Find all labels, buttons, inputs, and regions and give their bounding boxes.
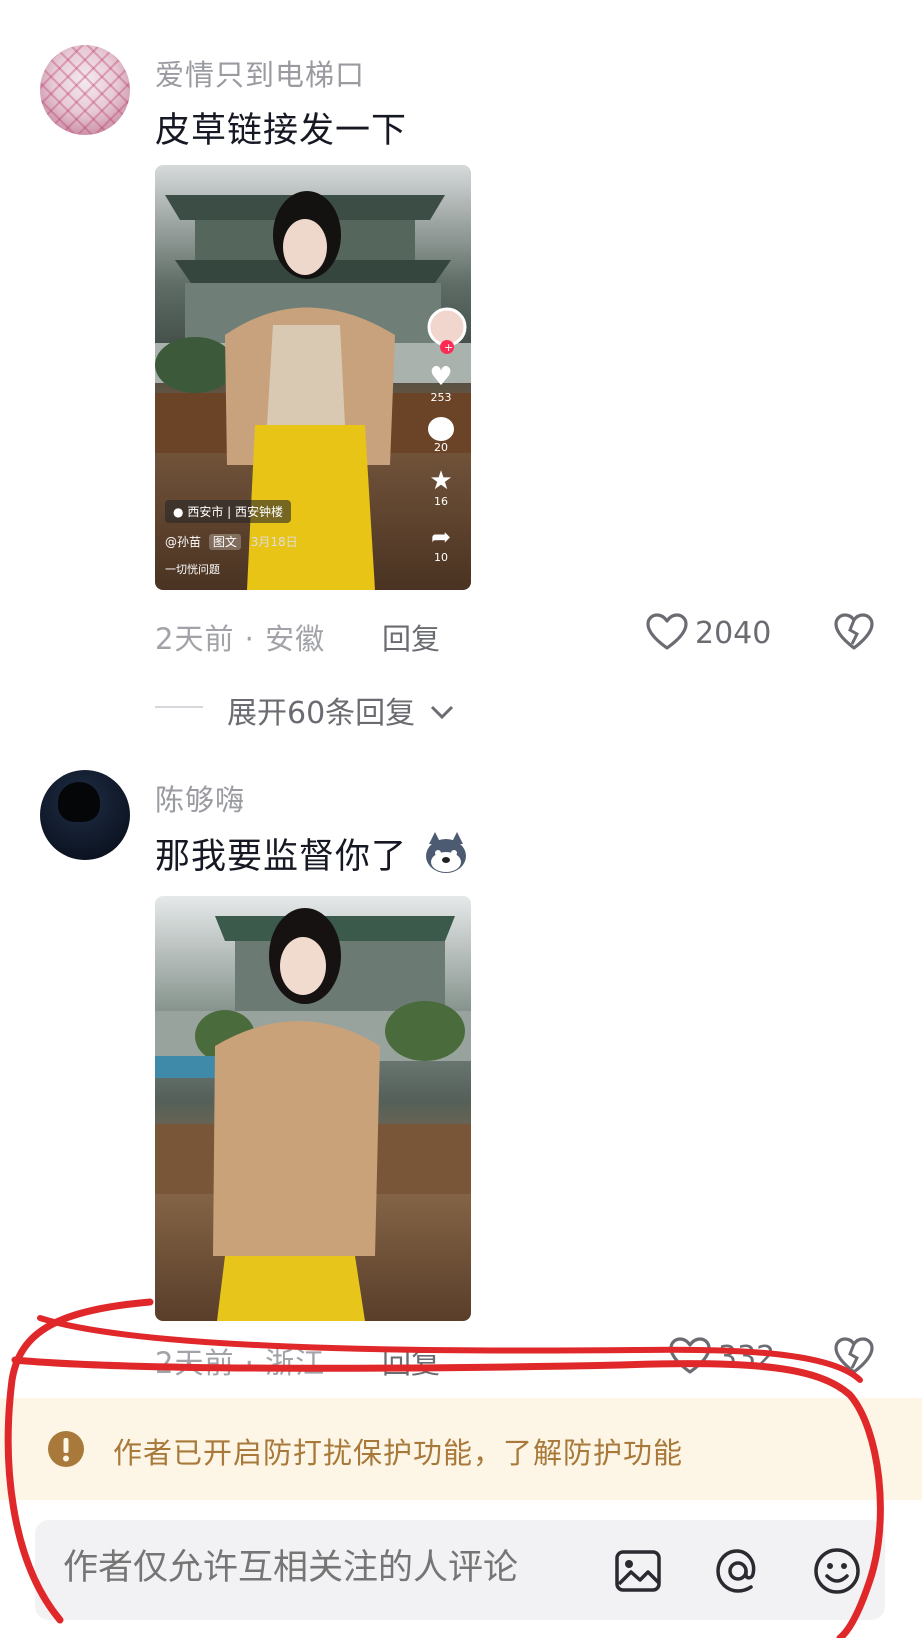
location-pin-icon: ● <box>173 505 184 519</box>
overlay-comment-count: 20 <box>434 441 448 454</box>
overlay-share: ➦ 10 <box>421 523 461 564</box>
overlay-share-icon: ➦ <box>430 523 452 551</box>
comment-username[interactable]: 陈够嗨 <box>155 777 245 819</box>
overlay-location: ● 西安市 | 西安钟楼 <box>165 500 291 523</box>
like-count: 332 <box>718 1340 776 1375</box>
overlay-heart-icon: ♥ <box>429 362 453 392</box>
svg-text:+: + <box>444 341 453 354</box>
comment-text: 那我要监督你了 <box>155 837 408 877</box>
comment-input-bar <box>35 1520 885 1620</box>
overlay-caption: 一切恍问题 <box>165 563 220 576</box>
overlay-favorite-count: 16 <box>434 495 448 508</box>
avatar[interactable] <box>40 45 130 135</box>
protection-notice[interactable]: 作者已开启防打扰保护功能，了解防护功能 <box>0 1398 922 1500</box>
comment-image[interactable]: + ♥ 253 20 ★ 16 ➦ 10 ● 西安市 | 西安钟楼 @孙苗 图文… <box>155 165 471 590</box>
overlay-date: 3月18日 <box>250 535 298 549</box>
comment-username[interactable]: 爱情只到电梯口 <box>155 52 365 94</box>
expand-replies-label: 展开60条回复 <box>227 688 455 732</box>
broken-heart-icon[interactable] <box>833 1336 875 1376</box>
overlay-share-count: 10 <box>434 551 448 564</box>
emoji-icon[interactable] <box>812 1546 862 1596</box>
overlay-comment-icon <box>428 417 454 441</box>
overlay-like-count: 253 <box>430 391 452 404</box>
notice-text: 作者已开启防打扰保护功能，了解防护功能 <box>113 1436 684 1470</box>
overlay-like: ♥ 253 <box>421 363 461 404</box>
overlay-comment: 20 <box>421 417 461 454</box>
overlay-star-icon: ★ <box>429 466 453 496</box>
like-count: 2040 <box>695 616 772 651</box>
comment-text-row: 那我要监督你了 <box>155 828 467 879</box>
reply-button[interactable]: 回复 <box>382 616 440 658</box>
comment-input[interactable] <box>63 1548 583 1588</box>
overlay-location-text: 西安市 | 西安钟楼 <box>187 505 283 519</box>
warning-icon <box>48 1431 84 1467</box>
overlay-tag: 图文 <box>208 534 241 550</box>
image-icon[interactable] <box>613 1546 663 1596</box>
heart-icon[interactable] <box>645 612 689 652</box>
chevron-down-icon <box>430 705 453 720</box>
overlay-author: @孙苗 <box>165 535 202 549</box>
husky-sticker-icon <box>423 832 467 873</box>
divider <box>155 706 203 708</box>
reply-button[interactable]: 回复 <box>382 1340 440 1382</box>
comment-image[interactable] <box>155 896 471 1321</box>
overlay-favorite: ★ 16 <box>421 467 461 508</box>
comment-meta: 2天前 · 浙江 <box>155 1346 326 1380</box>
heart-icon[interactable] <box>668 1336 712 1376</box>
avatar[interactable] <box>40 770 130 860</box>
overlay-author-row: @孙苗 图文 3月18日 <box>165 533 298 550</box>
comment-text: 皮草链接发一下 <box>155 111 408 151</box>
at-icon[interactable] <box>713 1546 763 1596</box>
broken-heart-icon[interactable] <box>833 612 875 652</box>
comment-meta: 2天前 · 安徽 <box>155 622 326 656</box>
